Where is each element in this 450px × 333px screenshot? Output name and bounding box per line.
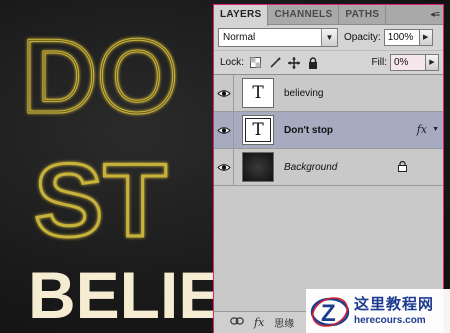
fill-slider-button[interactable]: ▶ (426, 54, 439, 71)
eye-icon[interactable] (216, 126, 231, 135)
chevron-down-icon[interactable]: ▼ (321, 29, 337, 46)
background-thumbnail (242, 152, 274, 182)
text-layer-thumbnail: T (242, 78, 274, 108)
tab-layers[interactable]: LAYERS (214, 5, 269, 26)
panel-menu-icon[interactable]: ◂≡ (430, 8, 440, 20)
fill-label: Fill: (371, 57, 387, 68)
visibility-toggle[interactable] (214, 74, 234, 112)
layers-panel: LAYERS CHANNELS PATHS ◂≡ Normal ▼ Opacit… (213, 4, 444, 333)
opacity-label: Opacity: (344, 32, 381, 43)
tab-channels[interactable]: CHANNELS (268, 5, 340, 25)
opacity-input[interactable]: 100% (383, 29, 420, 46)
text-layer-thumbnail: T (242, 115, 274, 145)
layer-name[interactable]: Background (284, 162, 337, 173)
glow-text-stop: ST (34, 143, 167, 259)
watermark-url: herecours.com (354, 314, 426, 326)
layer-effects-icon[interactable]: fx (417, 123, 427, 136)
site-watermark: Z 这里教程网 herecours.com (306, 289, 450, 333)
opacity-slider-button[interactable]: ▶ (419, 29, 433, 46)
blend-row: Normal ▼ Opacity: 100% ▶ (214, 25, 443, 51)
blend-mode-value: Normal (223, 32, 256, 43)
lock-row: Lock: Fill: 0% ▶ (214, 51, 443, 75)
layer-name[interactable]: believing (284, 88, 323, 99)
eye-icon[interactable] (216, 163, 231, 172)
effects-expand-icon[interactable]: ▼ (432, 126, 439, 133)
layer-name[interactable]: Don't stop (284, 125, 333, 136)
glow-text-dont-inner: DO (22, 19, 178, 135)
visibility-toggle[interactable] (214, 111, 234, 149)
footer-fragment-text: 思缘 (274, 319, 295, 330)
eye-icon[interactable] (216, 89, 231, 98)
lock-image-pixels-icon[interactable] (268, 56, 282, 70)
layer-row-dont-stop[interactable]: T Don't stop fx ▼ (214, 111, 443, 149)
visibility-toggle[interactable] (214, 148, 234, 186)
layer-row-believing[interactable]: T believing (214, 74, 443, 112)
site-logo-icon: Z (310, 297, 350, 327)
lock-position-icon[interactable] (287, 56, 301, 70)
solid-text-believing: BELIE (28, 258, 222, 332)
blend-mode-select[interactable]: Normal ▼ (218, 28, 338, 47)
watermark-title: 这里教程网 (354, 295, 435, 313)
svg-text:Z: Z (321, 300, 336, 327)
add-layer-style-icon[interactable]: fx (254, 316, 264, 329)
layer-row-background[interactable]: Background (214, 148, 443, 186)
fill-input[interactable]: 0% (390, 54, 426, 71)
lock-icon (398, 160, 407, 175)
lock-transparency-icon[interactable] (249, 56, 263, 70)
link-layers-icon[interactable] (230, 317, 244, 328)
panel-tabs: LAYERS CHANNELS PATHS ◂≡ (214, 5, 443, 26)
tab-paths[interactable]: PATHS (339, 5, 387, 25)
lock-label: Lock: (220, 57, 244, 68)
lock-all-icon[interactable] (306, 56, 320, 70)
layers-list: T believing T Don't stop fx ▼ Background (214, 74, 443, 186)
